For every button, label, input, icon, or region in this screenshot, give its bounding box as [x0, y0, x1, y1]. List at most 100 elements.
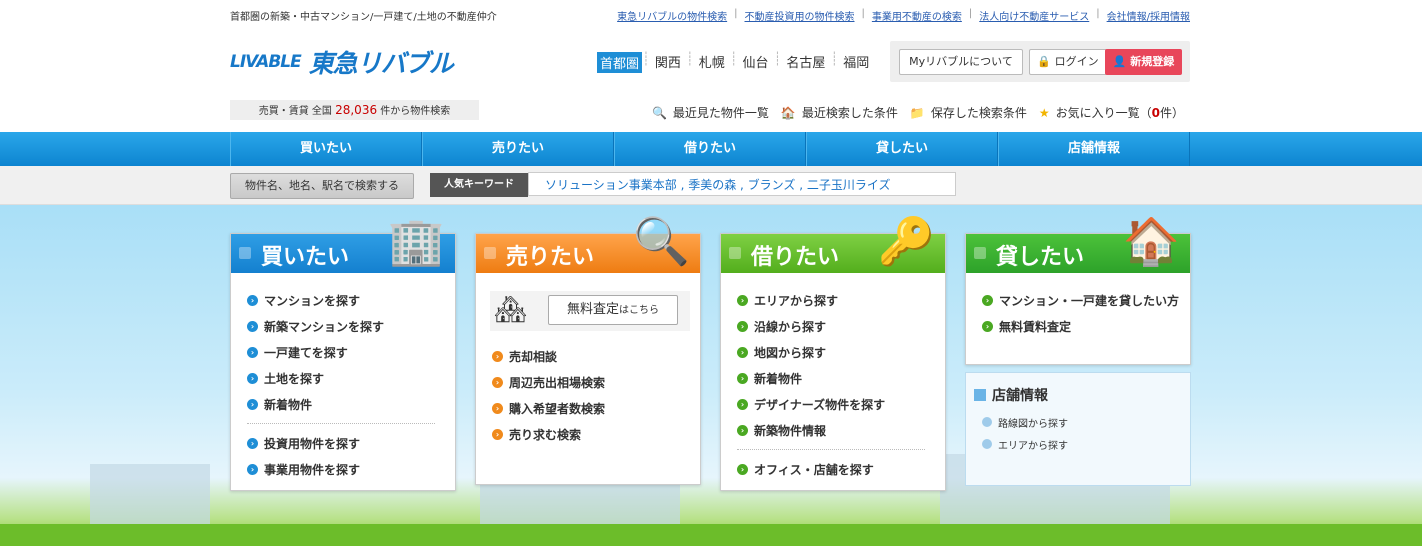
saved-search-label: 保存した検索条件 — [930, 106, 1027, 120]
favorites-count: 0 — [1151, 105, 1160, 120]
rent-link[interactable]: › オフィス・店舗を探す — [737, 456, 945, 482]
arrow-bullet-icon: › — [247, 398, 258, 410]
saved-search-link[interactable]: 📁 保存した検索条件 — [910, 104, 1027, 121]
favorites-label: お気に入り一覧（ — [1055, 106, 1152, 120]
arrow-bullet-icon: › — [737, 372, 748, 384]
buy-link[interactable]: › 一戸建てを探す — [247, 339, 455, 365]
nav-lend[interactable]: 貸したい — [806, 132, 998, 166]
arrow-bullet-icon: › — [247, 320, 258, 332]
favorites-link[interactable]: ★ お気に入り一覧（ 0 件） — [1039, 104, 1184, 121]
recent-search-link[interactable]: 🏠 最近検索した条件 — [781, 104, 898, 121]
buy-link[interactable]: › 投資用物件を探す — [247, 430, 455, 456]
bullet-icon — [982, 439, 992, 449]
rent-link[interactable]: › 新着物件 — [737, 365, 945, 391]
property-count: 売買・賃貸 全国 28,036 件から物件検索 — [230, 100, 479, 120]
buy-link[interactable]: › 新着物件 — [247, 391, 455, 417]
arrow-bullet-icon: › — [737, 424, 748, 436]
recent-viewed-label: 最近見た物件一覧 — [672, 106, 769, 120]
region-fukuoka[interactable]: 福岡 — [838, 52, 874, 73]
popular-keyword-label: 人気キーワード — [430, 173, 528, 197]
sell-link[interactable]: › 売り求む検索 — [492, 421, 700, 447]
rent-link[interactable]: › 新築物件情報 — [737, 417, 945, 443]
sell-card: 売りたい 🔍 🏘 無料査定はこちら › 売却相談 › 周辺売出相場検索 › 購入希望者… — [475, 214, 701, 485]
arrow-bullet-icon: › — [982, 320, 993, 332]
link-label: 沿線から探す — [754, 319, 827, 334]
popular-keywords[interactable]: ソリューション事業本部 , 季美の森 , ブランズ , 二子玉川ライズ — [528, 172, 956, 196]
link-label: 新築マンションを探す — [264, 319, 385, 334]
nav-rent[interactable]: 借りたい — [614, 132, 806, 166]
sell-link[interactable]: › 購入希望者数検索 — [492, 395, 700, 421]
buy-link[interactable]: › 新築マンションを探す — [247, 313, 455, 339]
region-sendai[interactable]: 仙台 — [738, 52, 774, 73]
region-nagoya[interactable]: 名古屋 — [781, 52, 830, 73]
lend-link[interactable]: › マンション・一戸建を貸したい方 — [982, 287, 1190, 313]
rent-card-header[interactable]: 借りたい 🔑 — [721, 214, 945, 273]
buy-card-header[interactable]: 買いたい 🏢 — [231, 214, 455, 273]
count-suffix: 件から物件検索 — [380, 106, 451, 117]
logo[interactable]: LIVABLE 東急リバブル — [230, 44, 454, 80]
login-button[interactable]: 🔒 ログイン — [1029, 49, 1107, 75]
arrow-bullet-icon: › — [982, 294, 993, 306]
nav-sell[interactable]: 売りたい — [422, 132, 614, 166]
building-icon: 🏢 — [387, 214, 445, 268]
arrow-bullet-icon: › — [247, 463, 258, 475]
city-silhouette — [90, 464, 210, 524]
nav-store[interactable]: 店舗情報 — [998, 132, 1190, 166]
lend-link[interactable]: › 無料賃料査定 — [982, 313, 1190, 339]
region-shutoken[interactable]: 首都圏 — [597, 52, 643, 73]
store-title-label: 店舗情報 — [992, 388, 1048, 404]
top-link-corporate[interactable]: 法人向け不動産サービス — [979, 8, 1089, 23]
free-appraisal-button[interactable]: 無料査定はこちら — [548, 295, 678, 325]
buy-link[interactable]: › マンションを探す — [247, 287, 455, 313]
top-link-business[interactable]: 事業用不動産の検索 — [872, 8, 962, 23]
register-button[interactable]: 👤 新規登録 — [1105, 49, 1182, 75]
arrow-bullet-icon: › — [737, 346, 748, 358]
lend-card-header[interactable]: 貸したい 🏠 — [966, 214, 1190, 273]
logo-mark: LIVABLE — [230, 52, 302, 72]
link-label: 一戸建てを探す — [264, 345, 348, 360]
appraise-label: 無料査定 — [566, 302, 619, 317]
arrow-bullet-icon: › — [492, 350, 503, 362]
magnifier-building-icon: 🔍 — [632, 214, 690, 268]
link-label: エリアから探す — [998, 440, 1068, 452]
link-label: 周辺売出相場検索 — [509, 375, 606, 390]
top-link-investment[interactable]: 不動産投資用の物件検索 — [745, 8, 855, 23]
divider — [247, 423, 435, 424]
rent-link[interactable]: › 沿線から探す — [737, 313, 945, 339]
sell-card-title: 売りたい — [506, 245, 595, 270]
link-label: 購入希望者数検索 — [509, 401, 606, 416]
my-livable-about-button[interactable]: Myリバブルについて — [899, 49, 1023, 75]
top-link-company[interactable]: 会社情報/採用情報 — [1107, 8, 1190, 23]
store-link[interactable]: 路線図から探す — [982, 411, 1068, 433]
rent-link[interactable]: › 地図から探す — [737, 339, 945, 365]
buy-link[interactable]: › 事業用物件を探す — [247, 456, 455, 482]
link-label: 新着物件 — [754, 371, 803, 386]
region-selector: 首都圏 ┊ 関西 ┊ 札幌 ┊ 仙台 ┊ 名古屋 ┊ 福岡 — [597, 52, 874, 73]
store-info-title[interactable]: 店舗情報 — [974, 385, 1048, 405]
rent-link[interactable]: › デザイナーズ物件を探す — [737, 391, 945, 417]
favorites-suffix: 件） — [1159, 106, 1184, 120]
arrow-icon — [239, 247, 251, 259]
rent-link[interactable]: › エリアから探す — [737, 287, 945, 313]
top-link-search[interactable]: 東急リバブルの物件検索 — [617, 8, 727, 23]
sell-link[interactable]: › 周辺売出相場検索 — [492, 369, 700, 395]
nav-buy[interactable]: 買いたい — [230, 132, 422, 166]
keyword-search-button[interactable]: 物件名、地名、駅名で検索する — [230, 173, 414, 199]
magnifier-icon: 🔍 — [651, 105, 667, 120]
house-icon: 🏘 — [494, 295, 528, 325]
sell-card-header[interactable]: 売りたい 🔍 — [476, 214, 700, 273]
recent-viewed-link[interactable]: 🔍 最近見た物件一覧 — [652, 104, 769, 121]
region-sapporo[interactable]: 札幌 — [694, 52, 730, 73]
site-tagline: 首都圏の新築・中古マンション/一戸建て/土地の不動産仲介 — [230, 12, 497, 23]
lend-card: 貸したい 🏠 › マンション・一戸建を貸したい方 › 無料賃料査定 — [965, 214, 1191, 365]
free-appraisal-banner[interactable]: 🏘 無料査定はこちら — [490, 291, 690, 331]
sell-link[interactable]: › 売却相談 — [492, 343, 700, 369]
arrow-bullet-icon: › — [737, 398, 748, 410]
buy-link[interactable]: › 土地を探す — [247, 365, 455, 391]
lock-icon: 🔒 — [1037, 55, 1052, 68]
search-bar: 物件名、地名、駅名で検索する 人気キーワード ソリューション事業本部 , 季美の… — [0, 166, 1422, 205]
link-label: 投資用物件を探す — [264, 436, 361, 451]
star-icon: ★ — [1038, 105, 1050, 120]
region-kansai[interactable]: 関西 — [650, 52, 686, 73]
store-link[interactable]: エリアから探す — [982, 433, 1068, 455]
